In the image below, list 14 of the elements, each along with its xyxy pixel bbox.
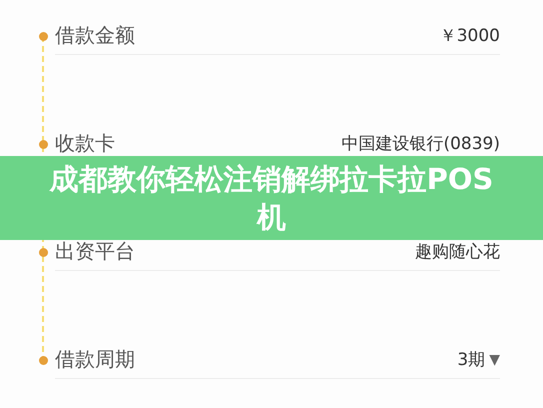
field-value: 趣购随心花 xyxy=(415,241,500,263)
field-label: 出资平台 xyxy=(55,238,135,265)
article-title: 成都教你轻松注销解绑拉卡拉POS机 xyxy=(48,161,494,236)
field-value: 3期 xyxy=(457,349,486,371)
field-label: 收款卡 xyxy=(55,130,115,157)
field-value: 中国建设银行(0839) xyxy=(341,133,500,155)
timeline-dot xyxy=(38,140,48,148)
timeline-dot xyxy=(38,32,48,40)
field-label: 借款金额 xyxy=(55,22,135,49)
field-value: ￥3000 xyxy=(440,25,500,47)
field-label: 借款周期 xyxy=(55,346,135,373)
dropdown-caret[interactable]: ▼ xyxy=(489,352,500,368)
timeline-dot xyxy=(38,356,48,364)
timeline-dot xyxy=(38,248,48,256)
